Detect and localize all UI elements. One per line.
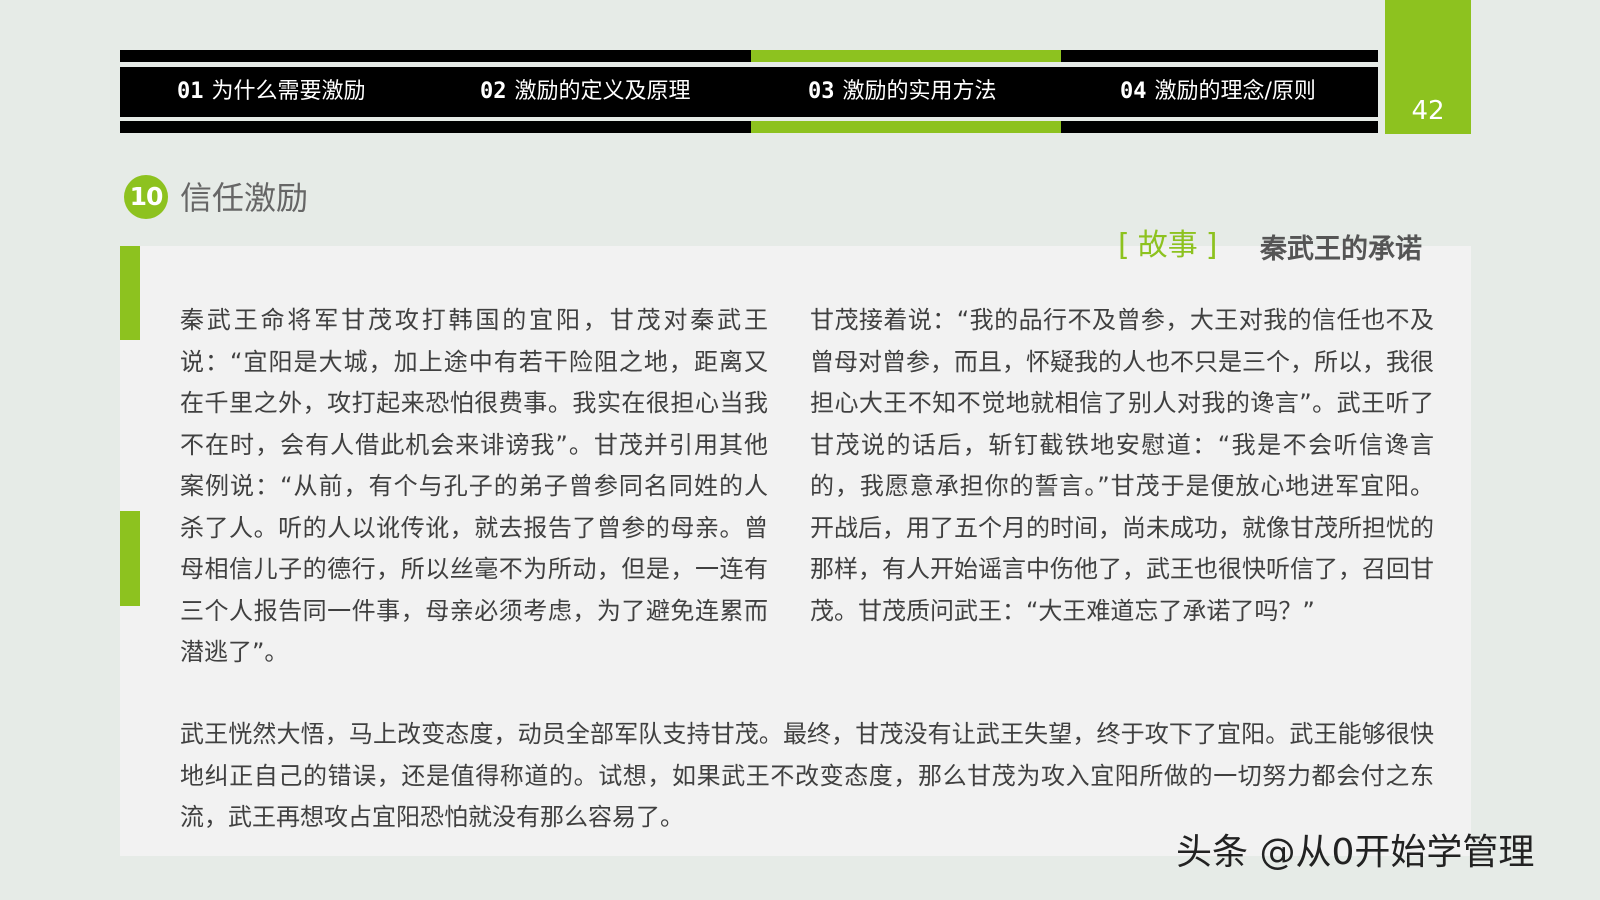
story-paragraph-left: 秦武王命将军甘茂攻打韩国的宜阳，甘茂对秦武王说：“宜阳是大城，加上途中有若干险阻… [180, 306, 768, 666]
nav-tab-label: 激励的定义及原理 [514, 79, 691, 104]
watermark: 头条 @从0开始学管理 [1176, 832, 1535, 873]
story-tag: [故事] [1110, 224, 1225, 268]
nav-tab-label: 为什么需要激励 [211, 79, 366, 104]
accent-bar-top [120, 246, 140, 340]
story-tag-label: 故事 [1137, 228, 1198, 263]
story-tag-bracket-open: [ [1118, 228, 1130, 263]
nav-tab-label: 激励的理念/原则 [1154, 79, 1316, 104]
page-number-box: 42 [1385, 0, 1471, 134]
nav-tab-number: 01 [177, 79, 204, 104]
story-paragraph-bottom: 武王恍然大悟，马上改变态度，动员全部军队支持甘茂。最终，甘茂没有让武王失望，终于… [180, 720, 1434, 831]
nav-tab-04[interactable]: 04 激励的理念/原则 [1120, 67, 1316, 117]
nav-tab-02[interactable]: 02 激励的定义及原理 [480, 67, 691, 117]
page-number: 42 [1411, 96, 1445, 126]
section-number-badge: 10 [124, 175, 168, 219]
section-title: 信任激励 [180, 179, 309, 217]
nav-active-indicator-top [751, 50, 1061, 62]
nav-tab-number: 04 [1120, 79, 1147, 104]
nav-bar: 01 为什么需要激励 02 激励的定义及原理 03 激励的实用方法 04 激励的理念/原… [120, 67, 1378, 117]
story-paragraph-right: 甘茂接着说：“我的品行不及曾参，大王对我的信任也不及曾母对曾参，而且，怀疑我的人… [810, 306, 1434, 625]
nav-tab-number: 02 [480, 79, 507, 104]
nav-active-indicator-bottom [751, 121, 1061, 133]
nav-tab-03[interactable]: 03 激励的实用方法 [808, 67, 997, 117]
nav-tab-number: 03 [808, 79, 835, 104]
story-title: 秦武王的承诺 [1260, 234, 1422, 265]
story-tag-bracket-close: ] [1205, 228, 1218, 263]
accent-bar-middle [120, 511, 140, 606]
nav-tab-01[interactable]: 01 为什么需要激励 [177, 67, 366, 117]
nav-tab-label: 激励的实用方法 [842, 79, 997, 104]
nav-stripe-top [120, 50, 1378, 62]
nav-stripe-bottom [120, 121, 1378, 133]
